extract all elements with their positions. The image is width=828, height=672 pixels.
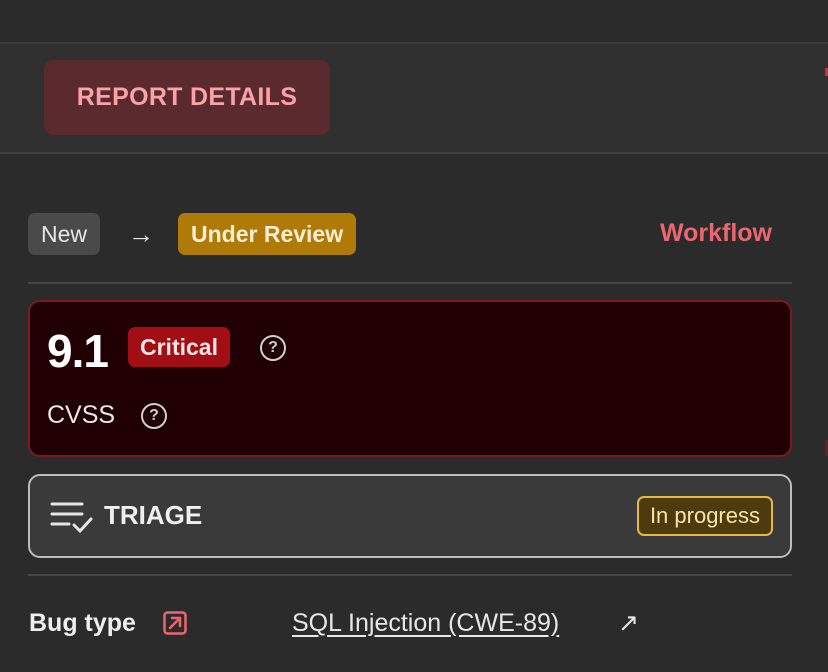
score-value: 9.1 xyxy=(47,325,109,377)
arrow-up-right-icon: ↗ xyxy=(618,609,639,637)
tab-report-details[interactable]: REPORT DETAILS xyxy=(44,60,330,135)
status-badge: In progress xyxy=(636,496,773,536)
bug-type-label: Bug type xyxy=(29,609,136,637)
external-link-icon[interactable] xyxy=(163,611,187,635)
triage-label: TRIAGE xyxy=(104,500,203,530)
bug-type-link[interactable]: SQL Injection (CWE-89) xyxy=(292,609,559,638)
report-panel: REPORT DETAILS New → Under Review Workfl… xyxy=(0,0,828,672)
help-icon[interactable]: ? xyxy=(141,403,167,429)
bug-type-row: Bug type SQL Injection (CWE-89) ↗ xyxy=(28,604,792,644)
cvss-label: CVSS xyxy=(47,401,116,429)
triage-section[interactable]: TRIAGE In progress xyxy=(28,474,792,558)
top-bar xyxy=(0,0,828,44)
help-icon[interactable]: ? xyxy=(260,335,286,361)
status-chip-previous: New xyxy=(28,213,101,255)
severity-score-card: 9.1 Critical ? CVSS ? xyxy=(28,300,792,457)
divider xyxy=(28,282,792,284)
severity-badge: Critical xyxy=(128,327,230,367)
workflow-link[interactable]: Workflow xyxy=(660,219,772,248)
status-chip-current: Under Review xyxy=(178,213,357,255)
tab-bar: REPORT DETAILS xyxy=(0,44,828,154)
divider xyxy=(28,574,792,576)
workflow-status-row: New → Under Review Workflow xyxy=(28,213,792,257)
checklist-icon xyxy=(50,502,93,534)
arrow-right-icon: → xyxy=(128,219,154,249)
